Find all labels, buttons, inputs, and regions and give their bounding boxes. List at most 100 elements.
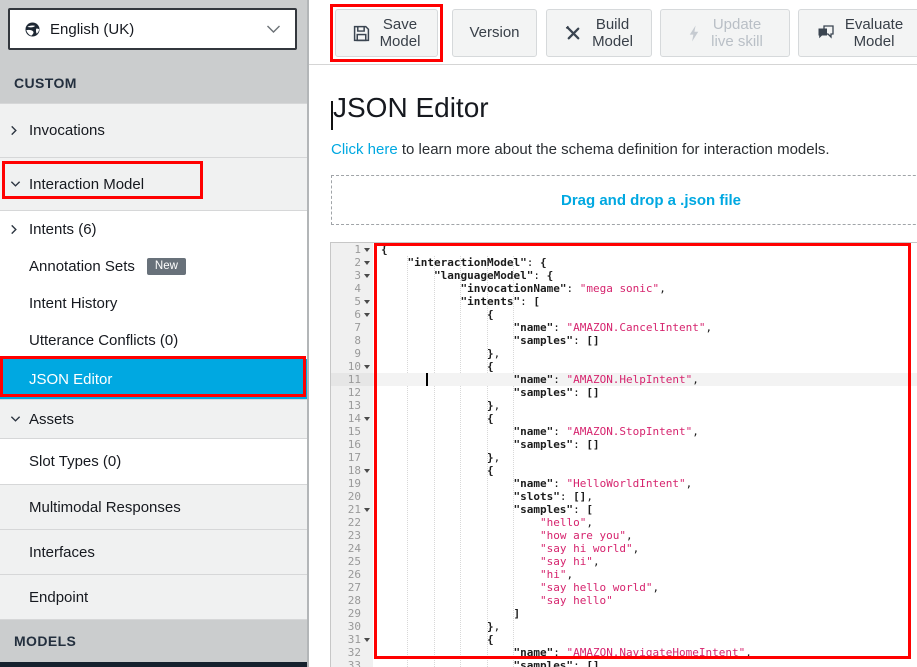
gutter-cell: 6 bbox=[331, 308, 373, 321]
code-text[interactable]: "samples": [] bbox=[373, 334, 917, 347]
sidebar-item-annotation-sets[interactable]: Annotation SetsNew bbox=[0, 248, 307, 285]
gutter-cell: 19 bbox=[331, 477, 373, 490]
code-text[interactable]: "samples": [] bbox=[373, 438, 917, 451]
gutter-cell: 27 bbox=[331, 581, 373, 594]
sidebar-item-endpoint[interactable]: Endpoint bbox=[0, 574, 307, 619]
fold-spacer bbox=[361, 646, 373, 659]
line-number: 5 bbox=[354, 295, 361, 308]
code-text[interactable]: "invocationName": "mega sonic", bbox=[373, 282, 917, 295]
code-text[interactable]: "name": "HelloWorldIntent", bbox=[373, 477, 917, 490]
code-line-22: 22 "hello", bbox=[331, 516, 917, 529]
fold-toggle-icon[interactable] bbox=[361, 269, 373, 282]
code-text[interactable]: "samples": [] bbox=[373, 386, 917, 399]
line-number: 12 bbox=[348, 386, 361, 399]
code-text[interactable]: "say hi", bbox=[373, 555, 917, 568]
sidebar-item-assets[interactable]: Assets bbox=[0, 399, 307, 439]
code-line-25: 25 "say hi", bbox=[331, 555, 917, 568]
fold-spacer bbox=[361, 399, 373, 412]
line-number: 24 bbox=[348, 542, 361, 555]
sidebar-item-intent-history[interactable]: Intent History bbox=[0, 285, 307, 322]
code-text[interactable]: { bbox=[373, 464, 917, 477]
build-model-button[interactable]: BuildModel bbox=[546, 9, 652, 57]
code-text[interactable]: }, bbox=[373, 451, 917, 464]
fold-toggle-icon[interactable] bbox=[361, 503, 373, 516]
line-number: 19 bbox=[348, 477, 361, 490]
gutter-cell: 3 bbox=[331, 269, 373, 282]
sidebar-item-interfaces[interactable]: Interfaces bbox=[0, 529, 307, 574]
fold-toggle-icon[interactable] bbox=[361, 243, 373, 256]
line-number: 10 bbox=[348, 360, 361, 373]
version-button[interactable]: Version bbox=[452, 9, 537, 57]
sidebar-item-invocations[interactable]: Invocations bbox=[0, 103, 307, 157]
line-number: 1 bbox=[354, 243, 361, 256]
code-line-13: 13 }, bbox=[331, 399, 917, 412]
fold-toggle-icon[interactable] bbox=[361, 256, 373, 269]
code-text[interactable]: "say hello" bbox=[373, 594, 917, 607]
button-label: SaveModel bbox=[380, 16, 421, 51]
line-number: 16 bbox=[348, 438, 361, 451]
sidebar-item-slot-types[interactable]: Slot Types (0) bbox=[0, 439, 307, 484]
code-text[interactable]: "samples": [] bbox=[373, 659, 917, 667]
update-live-skill-button: Updatelive skill bbox=[660, 9, 790, 57]
code-text[interactable]: "hi", bbox=[373, 568, 917, 581]
evaluate-model-button[interactable]: EvaluateModel bbox=[798, 9, 917, 57]
code-text[interactable]: "name": "AMAZON.NavigateHomeIntent", bbox=[373, 646, 917, 659]
chevron-right-icon bbox=[10, 224, 29, 235]
line-number: 9 bbox=[354, 347, 361, 360]
sidebar-item-interaction-model[interactable]: Interaction Model bbox=[0, 157, 307, 211]
code-line-16: 16 "samples": [] bbox=[331, 438, 917, 451]
code-text[interactable]: { bbox=[373, 243, 917, 256]
code-text[interactable]: "languageModel": { bbox=[373, 269, 917, 282]
line-number: 20 bbox=[348, 490, 361, 503]
fold-toggle-icon[interactable] bbox=[361, 295, 373, 308]
code-text[interactable]: "hello", bbox=[373, 516, 917, 529]
fold-toggle-icon[interactable] bbox=[361, 360, 373, 373]
code-text[interactable]: "how are you", bbox=[373, 529, 917, 542]
editor-caret bbox=[426, 373, 428, 386]
gutter-cell: 20 bbox=[331, 490, 373, 503]
json-code-editor[interactable]: 1{2 "interactionModel": {3 "languageMode… bbox=[330, 242, 917, 667]
code-text[interactable]: "name": "AMAZON.HelpIntent", bbox=[373, 373, 917, 386]
code-line-10: 10 { bbox=[331, 360, 917, 373]
code-text[interactable]: { bbox=[373, 412, 917, 425]
code-text[interactable]: { bbox=[373, 308, 917, 321]
code-text[interactable]: }, bbox=[373, 620, 917, 633]
code-line-15: 15 "name": "AMAZON.StopIntent", bbox=[331, 425, 917, 438]
fold-toggle-icon[interactable] bbox=[361, 464, 373, 477]
fold-toggle-icon[interactable] bbox=[361, 633, 373, 646]
globe-icon bbox=[24, 21, 41, 38]
new-badge: New bbox=[147, 258, 186, 275]
click-here-link[interactable]: Click here bbox=[331, 141, 398, 158]
gutter-cell: 14 bbox=[331, 412, 373, 425]
code-text[interactable]: { bbox=[373, 360, 917, 373]
json-dropzone[interactable]: Drag and drop a .json file bbox=[331, 175, 917, 225]
code-text[interactable]: }, bbox=[373, 399, 917, 412]
code-text[interactable]: "say hi world", bbox=[373, 542, 917, 555]
code-text[interactable]: ] bbox=[373, 607, 917, 620]
code-text[interactable]: "interactionModel": { bbox=[373, 256, 917, 269]
sidebar-item-label: JSON Editor bbox=[29, 371, 112, 388]
fold-spacer bbox=[361, 542, 373, 555]
fold-toggle-icon[interactable] bbox=[361, 412, 373, 425]
sidebar-item-intents[interactable]: Intents (6) bbox=[0, 211, 307, 248]
code-text[interactable]: "name": "AMAZON.CancelIntent", bbox=[373, 321, 917, 334]
sidebar-item-utterance-conflicts[interactable]: Utterance Conflicts (0) bbox=[0, 322, 307, 359]
sidebar-item-json-editor[interactable]: JSON Editor bbox=[0, 359, 307, 399]
fold-toggle-icon[interactable] bbox=[361, 308, 373, 321]
chevron-down-icon bbox=[266, 24, 281, 34]
line-number: 11 bbox=[348, 373, 361, 386]
code-text[interactable]: "samples": [ bbox=[373, 503, 917, 516]
code-text[interactable]: { bbox=[373, 633, 917, 646]
sidebar-item-multimodal-responses[interactable]: Multimodal Responses bbox=[0, 484, 307, 529]
code-text[interactable]: "name": "AMAZON.StopIntent", bbox=[373, 425, 917, 438]
editor-rows: 1{2 "interactionModel": {3 "languageMode… bbox=[331, 243, 917, 667]
fold-spacer bbox=[361, 659, 373, 667]
save-model-button[interactable]: SaveModel bbox=[335, 9, 438, 57]
code-text[interactable]: "slots": [], bbox=[373, 490, 917, 503]
code-text[interactable]: "say hello world", bbox=[373, 581, 917, 594]
language-selector[interactable]: English (UK) bbox=[8, 8, 297, 50]
code-text[interactable]: "intents": [ bbox=[373, 295, 917, 308]
code-text[interactable]: }, bbox=[373, 347, 917, 360]
sidebar-item-label: Intents (6) bbox=[29, 221, 97, 238]
gutter-cell: 23 bbox=[331, 529, 373, 542]
